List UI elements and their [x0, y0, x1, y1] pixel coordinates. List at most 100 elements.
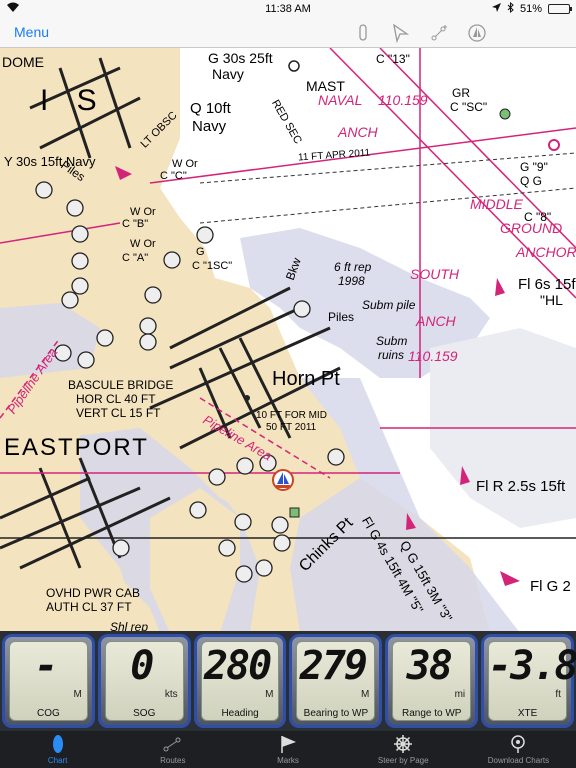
- note-navy-1: Navy: [212, 66, 244, 82]
- note-1998: 1998: [338, 274, 365, 288]
- note-c-c: C "C": [160, 170, 187, 182]
- buoy-icon[interactable]: [352, 22, 374, 44]
- download-icon: [506, 734, 530, 754]
- own-boat-marker: [272, 469, 294, 491]
- gauge-value: -: [34, 643, 58, 689]
- note-bascule-2: HOR CL 40 FT: [76, 392, 156, 406]
- bluetooth-icon: [507, 1, 514, 16]
- label-naval: NAVAL: [318, 92, 363, 108]
- flag-icon: [276, 734, 300, 754]
- label-horn-pt: Horn Pt: [272, 368, 340, 390]
- gauge-unit: M: [73, 689, 82, 700]
- battery-percent: 51%: [519, 3, 542, 15]
- gauge-label: SOG: [133, 708, 156, 719]
- gauge-unit: kts: [164, 689, 178, 700]
- label-middle: MIDDLE: [470, 196, 523, 212]
- gauge-value: -3.8: [488, 643, 576, 689]
- note-c8: C "8": [524, 210, 552, 224]
- note-gr: GR: [452, 86, 470, 100]
- note-flg2: Fl G 2: [530, 578, 571, 595]
- tab-routes[interactable]: Routes: [115, 731, 230, 768]
- tab-label: Routes: [160, 756, 186, 765]
- status-right: 51%: [491, 1, 572, 16]
- tab-label: Steer by Page: [377, 756, 429, 765]
- note-ruins: ruins: [378, 348, 405, 362]
- note-fl6s: Fl 6s 15f: [518, 276, 576, 293]
- label-is: I S: [40, 84, 107, 117]
- tab-label: Chart: [47, 756, 68, 765]
- status-bar: 11:38 AM 51%: [0, 0, 576, 18]
- menu-button[interactable]: Menu: [14, 24, 49, 40]
- gauge-label: Range to WP: [401, 708, 462, 719]
- nautical-chart[interactable]: Horn Pt EASTPORT Chinks Pt DOME MAST I S…: [0, 48, 576, 633]
- boat-tracking-icon[interactable]: [466, 22, 488, 44]
- note-q10ft: Q 10ft: [190, 100, 231, 117]
- note-g30s: G 30s 25ft: [208, 50, 273, 66]
- gauge-unit: ft: [555, 689, 561, 700]
- tab-download-charts[interactable]: Download Charts: [461, 731, 576, 768]
- gauge-value: 279: [299, 643, 368, 689]
- note-ovhd-2: AUTH CL 37 FT: [46, 600, 132, 614]
- note-bascule-1: BASCULE BRIDGE: [68, 378, 174, 392]
- note-navy-2: Navy: [192, 118, 227, 135]
- note-g9: G "9": [520, 160, 548, 174]
- note-wor-c-a: W Or: [130, 238, 156, 250]
- routes-tab-icon: [161, 734, 185, 754]
- gauge-sog[interactable]: 0 kts SOG: [97, 634, 191, 728]
- ship-wheel-icon: [391, 734, 415, 754]
- note-c13: C "13": [376, 52, 410, 66]
- gauge-label: COG: [37, 708, 60, 719]
- tab-label: Download Charts: [487, 756, 550, 765]
- gauge-range-to-wp[interactable]: 38 mi Range to WP: [385, 634, 479, 728]
- gauge-value: 0: [130, 643, 154, 689]
- note-c-sc: C "SC": [450, 100, 488, 114]
- gauge-value: 280: [203, 643, 272, 689]
- note-subm: Subm: [376, 334, 408, 348]
- tab-bar: Chart Routes Marks Steer by Page Downloa…: [0, 731, 576, 768]
- label-anch-2: ANCH: [416, 313, 456, 329]
- gauge-cog[interactable]: - M COG: [2, 634, 95, 728]
- note-subm-pile: Subm pile: [362, 298, 416, 312]
- wifi-icon: [6, 2, 20, 16]
- tab-marks[interactable]: Marks: [230, 731, 345, 768]
- gauge-unit: M: [360, 689, 370, 700]
- nav-bar: Menu: [0, 18, 576, 48]
- instrument-panel: - M COG 0 kts SOG 280 M Heading 279 M Be…: [0, 631, 576, 731]
- note-10ft-1: 10 FT FOR MID: [256, 410, 327, 421]
- status-time: 11:38 AM: [265, 3, 311, 15]
- label-naval-number: 110.159: [378, 92, 428, 108]
- gauge-heading[interactable]: 280 M Heading: [193, 634, 287, 728]
- gauge-label: Heading: [221, 708, 259, 719]
- gauge-xte[interactable]: -3.8 ft XTE: [481, 634, 576, 728]
- label-south: SOUTH: [410, 266, 459, 282]
- tab-steer-by-page[interactable]: Steer by Page: [346, 731, 461, 768]
- label-anch-1: ANCH: [338, 124, 378, 140]
- note-ovhd-1: OVHD PWR CAB: [46, 586, 141, 600]
- label-eastport: EASTPORT: [4, 434, 149, 461]
- note-bascule-3: VERT CL 15 FT: [76, 406, 161, 420]
- tab-chart[interactable]: Chart: [0, 731, 115, 768]
- note-c-a: C "A": [122, 252, 149, 264]
- route-add-icon[interactable]: [428, 22, 450, 44]
- note-flr: Fl R 2.5s 15ft: [476, 478, 566, 495]
- gauge-value: 38: [406, 643, 453, 689]
- note-qg-1: Q G: [520, 174, 543, 188]
- gauge-label: XTE: [517, 708, 538, 719]
- navigate-icon[interactable]: [389, 22, 411, 44]
- gauge-unit: mi: [454, 689, 466, 700]
- gauge-unit: M: [265, 689, 274, 700]
- note-c-1sc: C "1SC": [192, 260, 233, 272]
- label-anchor: ANCHOR: [516, 244, 576, 260]
- note-c-b: C "B": [122, 218, 149, 230]
- note-y30s: Y 30s 15ft Navy: [4, 154, 96, 169]
- location-icon: [491, 3, 501, 15]
- gauge-label: Bearing to WP: [303, 708, 369, 719]
- gauge-bearing-to-wp[interactable]: 279 M Bearing to WP: [289, 634, 383, 728]
- note-g-1sc: G: [196, 246, 205, 258]
- battery-icon: [548, 4, 572, 14]
- label-piles-2: Piles: [328, 310, 355, 324]
- tab-label: Marks: [277, 756, 299, 765]
- label-dome: DOME: [2, 54, 44, 70]
- note-6ft-rep: 6 ft rep: [334, 260, 372, 274]
- note-wor-1: W Or: [172, 158, 198, 170]
